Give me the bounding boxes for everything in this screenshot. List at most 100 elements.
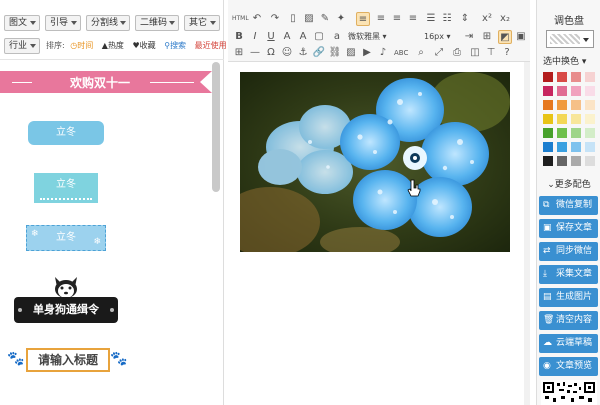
superscript-icon[interactable]: x² [480,12,494,26]
align-left-icon[interactable]: ≡ [356,12,370,26]
color-swatch[interactable] [543,114,553,124]
font-size-select[interactable]: 16px ▾ [424,30,451,44]
font-family-select[interactable]: 微软雅黑 ▾ [348,30,387,44]
action-button[interactable]: ⤓ 采集文章 [539,265,598,284]
color-swatch[interactable] [585,128,595,138]
template-scrollbar[interactable] [212,62,220,192]
palette-select[interactable] [546,30,594,48]
emoji-icon[interactable]: ☺ [280,46,294,60]
italic-icon[interactable]: I [248,30,262,44]
color-swatch[interactable] [585,72,595,82]
redo-icon[interactable]: ↷ [268,12,282,26]
color-swatch[interactable] [557,128,567,138]
html-source-icon[interactable]: HTML [232,12,249,26]
color-swatch[interactable] [585,100,595,110]
indent-icon[interactable]: ⇥ [462,30,476,44]
action-button[interactable]: ☁ 云端草稿 [539,334,598,353]
action-button[interactable]: ⧉ 微信复制 [539,196,598,215]
color-swatch[interactable] [585,156,595,166]
editor-scrollbar[interactable] [524,62,530,405]
action-button[interactable]: ◉ 文章预览 [539,357,598,376]
align-center-icon[interactable]: ≡ [374,12,388,26]
border-icon[interactable]: ▢ [312,30,326,44]
special-char-icon[interactable]: Ω [264,46,278,60]
color-swatch[interactable] [543,100,553,110]
tab-hangye[interactable]: 行业 [4,38,40,54]
tab-yindao[interactable]: 引导 [45,15,81,31]
new-doc-icon[interactable]: ▯ [286,12,300,26]
magic-wand-icon[interactable]: ✦ [334,12,348,26]
action-button[interactable]: ▣ 保存文章 [539,219,598,238]
sort-recent[interactable]: 最近使用 [195,41,230,50]
color-swatch[interactable] [571,86,581,96]
table-icon[interactable]: ⊞ [232,46,246,60]
format-brush-icon[interactable]: ✎ [318,12,332,26]
color-swatch[interactable] [557,100,567,110]
font-family-icon[interactable]: a [330,30,344,44]
action-button[interactable]: ▤ 生成图片 [539,288,598,307]
color-swatch[interactable] [557,114,567,124]
unordered-list-icon[interactable]: ☷ [440,12,454,26]
underline-icon[interactable]: U [264,30,278,44]
bold-icon[interactable]: B [232,30,246,44]
find-replace-icon[interactable]: ⌕ [414,46,428,60]
pick-color-label[interactable]: 选中换色 ▾ [543,54,586,67]
color-swatch[interactable] [543,128,553,138]
sort-hot[interactable]: ▲热度 [102,41,127,50]
lidong-button-template-3[interactable]: ❄ 立冬 ❄ [26,225,106,251]
color-swatch[interactable] [585,86,595,96]
tab-qita[interactable]: 其它 [184,15,220,31]
title-input-template[interactable]: 🐾 请输入标题 🐾 [4,346,128,374]
anchor-icon[interactable]: ⚓ [296,46,310,60]
color-swatch[interactable] [571,72,581,82]
color-swatch[interactable] [543,156,553,166]
ribbon-title-template[interactable]: 欢购双十一 [0,71,212,93]
color-swatch[interactable] [543,142,553,152]
color-swatch[interactable] [571,142,581,152]
image-icon[interactable]: ▨ [344,46,358,60]
color-swatch[interactable] [585,114,595,124]
color-swatch[interactable] [571,156,581,166]
color-swatch[interactable] [571,128,581,138]
font-color-icon[interactable]: A [280,30,294,44]
clear-format-icon[interactable]: ▨ [302,12,316,26]
tab-fengexian[interactable]: 分割线 [86,15,130,31]
color-swatch[interactable] [543,86,553,96]
color-swatch[interactable] [557,156,567,166]
image-align-icon[interactable]: ▣ [514,30,528,44]
ordered-list-icon[interactable]: ☰ [424,12,438,26]
preview-icon[interactable]: ◫ [468,46,482,60]
wanted-dog-template[interactable]: 单身狗通缉令 [14,275,118,335]
background-color-icon[interactable]: A [296,30,310,44]
help-icon[interactable]: ? [500,46,514,60]
image-wrap-icon[interactable]: ◩ [498,30,512,44]
sort-fav[interactable]: ♥收藏 [132,41,158,50]
tab-tuwen[interactable]: 图文 [4,15,40,31]
action-button[interactable]: ⇄ 同步微信 [539,242,598,261]
subscript-icon[interactable]: x₂ [498,12,512,26]
undo-icon[interactable]: ↶ [250,12,264,26]
action-button[interactable]: 🗑 清空内容 [539,311,598,330]
align-right-icon[interactable]: ≡ [390,12,404,26]
sort-search[interactable]: ⚲搜索 [164,41,189,50]
align-top-icon[interactable]: ⊤ [484,46,498,60]
music-icon[interactable]: ♪ [376,46,390,60]
color-swatch[interactable] [543,72,553,82]
color-swatch[interactable] [557,142,567,152]
video-icon[interactable]: ▶ [360,46,374,60]
color-swatch[interactable] [571,114,581,124]
link-icon[interactable]: 🔗 [312,46,326,60]
print-icon[interactable]: ⎙ [450,46,464,60]
tab-erweima[interactable]: 二维码 [135,15,179,31]
color-swatch[interactable] [585,142,595,152]
horizontal-rule-icon[interactable]: — [248,46,262,60]
align-justify-icon[interactable]: ≡ [406,12,420,26]
sort-time[interactable]: ◷时间 [70,41,96,50]
flower-image[interactable] [240,72,510,252]
spellcheck-icon[interactable]: ABC [394,46,408,60]
image-float-icon[interactable]: ⊞ [480,30,494,44]
color-swatch[interactable] [571,100,581,110]
color-swatch[interactable] [557,86,567,96]
line-height-icon[interactable]: ⇕ [458,12,472,26]
lidong-button-template-1[interactable]: 立冬 [28,121,104,145]
